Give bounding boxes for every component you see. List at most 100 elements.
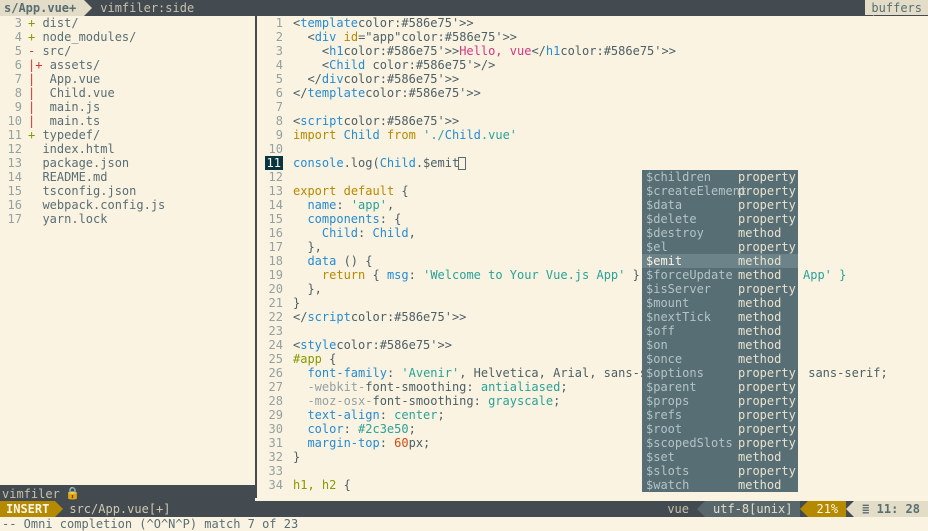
code-line[interactable]: </templatecolor:#586e75'>> [293, 86, 928, 100]
code-line[interactable]: console.log(Child.$emit [293, 156, 928, 170]
completion-item[interactable]: $childrenproperty [642, 170, 798, 184]
filer-item[interactable]: | main.js [28, 100, 251, 114]
filer-item[interactable]: index.html [28, 142, 251, 156]
filer-item[interactable]: tsconfig.json [28, 184, 251, 198]
code-line[interactable]: <div id="app"color:#586e75'>> [293, 30, 928, 44]
completion-item[interactable]: $refsproperty [642, 408, 798, 422]
status-filename: src/App.vue[+] [63, 501, 170, 517]
filer-item[interactable]: + dist/ [28, 16, 251, 30]
filer-item[interactable]: | main.ts [28, 114, 251, 128]
status-arrow-icon [82, 485, 90, 501]
code-line[interactable]: components: { [293, 212, 928, 226]
mode-indicator: INSERT [0, 501, 55, 517]
status-filetype: vue [659, 501, 697, 517]
code-line[interactable]: } [293, 296, 928, 310]
completion-item[interactable]: $parentproperty [642, 380, 798, 394]
code-line[interactable] [293, 170, 928, 184]
completion-item[interactable]: $onmethod [642, 338, 798, 352]
completion-item[interactable]: $rootproperty [642, 422, 798, 436]
completion-item[interactable]: $mountmethod [642, 296, 798, 310]
completion-item[interactable]: $offmethod [642, 324, 798, 338]
filer-status-bar: vimfiler 🔒 [0, 485, 255, 501]
code-line[interactable]: name: 'app', [293, 198, 928, 212]
filer-item[interactable]: + node_modules/ [28, 30, 251, 44]
command-line: -- Omni completion (^O^N^P) match 7 of 2… [0, 517, 928, 531]
status-percent: 21% [808, 501, 846, 517]
completion-item[interactable]: $propsproperty [642, 394, 798, 408]
status-sep-icon [697, 501, 705, 517]
filer-item[interactable]: webpack.config.js [28, 198, 251, 212]
status-position: ≣ 11: 28 [854, 501, 928, 517]
code-line[interactable]: }, [293, 240, 928, 254]
filer-item[interactable]: | Child.vue [28, 86, 251, 100]
code-line[interactable]: }, [293, 282, 928, 296]
code-line[interactable] [293, 324, 928, 338]
code-line[interactable]: #app { [293, 352, 928, 366]
code-line[interactable]: -webkit-font-smoothing: antialiased; [293, 380, 928, 394]
text-cursor [458, 157, 466, 170]
completion-item[interactable]: $slotsproperty [642, 464, 798, 478]
status-sep-icon [800, 501, 808, 517]
code-line[interactable] [293, 464, 928, 478]
completion-item[interactable]: $oncemethod [642, 352, 798, 366]
completion-item[interactable]: $watchmethod [642, 478, 798, 492]
completion-item[interactable]: $forceUpdatemethod [642, 268, 798, 282]
lock-icon: 🔒 [64, 486, 82, 500]
completion-item[interactable]: $elproperty [642, 240, 798, 254]
code-line[interactable]: import Child from './Child.vue' [293, 128, 928, 142]
filer-body[interactable]: + dist/+ node_modules/- src/|+ assets/| … [28, 16, 255, 498]
filer-item[interactable]: | App.vue [28, 72, 251, 86]
code-line[interactable]: </scriptcolor:#586e75'>> [293, 310, 928, 324]
code-line[interactable] [293, 100, 928, 114]
completion-item[interactable]: $destroymethod [642, 226, 798, 240]
tab-bar: s/App.vue+ vimfiler:side buffers [0, 0, 928, 16]
editor-pane[interactable]: 1234567891011121314151617181920212223242… [257, 16, 928, 498]
code-line[interactable]: <scriptcolor:#586e75'>> [293, 114, 928, 128]
editor-body[interactable]: <templatecolor:#586e75'>> <div id="app"c… [293, 16, 928, 498]
code-fragment: App' } [803, 268, 846, 282]
code-line[interactable]: export default { [293, 184, 928, 198]
code-line[interactable]: <stylecolor:#586e75'>> [293, 338, 928, 352]
code-line[interactable]: } [293, 450, 928, 464]
filer-item[interactable]: package.json [28, 156, 251, 170]
tab-arrow-icon [202, 0, 210, 16]
code-line[interactable]: <Child color:#586e75'>/> [293, 58, 928, 72]
editor-gutter: 1234567891011121314151617181920212223242… [257, 16, 293, 498]
completion-item[interactable]: $emitmethod [642, 254, 798, 268]
code-line[interactable]: <h1color:#586e75'>>Hello, vue</h1color:#… [293, 44, 928, 58]
filer-status-name: vimfiler [0, 486, 64, 501]
completion-item[interactable]: $createElementproperty [642, 184, 798, 198]
completion-item[interactable]: $isServerproperty [642, 282, 798, 296]
tab-arrow-icon [84, 0, 92, 16]
status-bar: INSERT src/App.vue[+] vue utf-8[unix] 21… [0, 501, 928, 517]
completion-item[interactable]: $nextTickmethod [642, 310, 798, 324]
code-fragment: sans-serif; [801, 366, 888, 380]
code-line[interactable]: h1, h2 { [293, 478, 928, 492]
code-line[interactable] [293, 142, 928, 156]
completion-item[interactable]: $dataproperty [642, 198, 798, 212]
completion-popup[interactable]: $childrenproperty$createElementproperty$… [642, 170, 798, 492]
code-line[interactable]: color: #2c3e50; [293, 422, 928, 436]
code-line[interactable]: <templatecolor:#586e75'>> [293, 16, 928, 30]
code-line[interactable]: data () { [293, 254, 928, 268]
code-line[interactable]: margin-top: 60px; [293, 436, 928, 450]
completion-item[interactable]: $scopedSlotsproperty [642, 436, 798, 450]
completion-item[interactable]: $optionsproperty [642, 366, 798, 380]
status-sep-icon [846, 501, 854, 517]
completion-item[interactable]: $setmethod [642, 450, 798, 464]
code-line[interactable]: -moz-osx-font-smoothing: grayscale; [293, 394, 928, 408]
filer-item[interactable]: - src/ [28, 44, 251, 58]
tab-active[interactable]: s/App.vue+ [0, 0, 84, 16]
filer-item[interactable]: + typedef/ [28, 128, 251, 142]
filer-item[interactable]: |+ assets/ [28, 58, 251, 72]
file-explorer[interactable]: 34567891011121314151617 + dist/+ node_mo… [0, 16, 255, 498]
filer-item[interactable]: README.md [28, 170, 251, 184]
filer-gutter: 34567891011121314151617 [0, 16, 28, 498]
buffers-button[interactable]: buffers [865, 0, 928, 15]
code-line[interactable]: text-align: center; [293, 408, 928, 422]
code-line[interactable]: Child: Child, [293, 226, 928, 240]
filer-item[interactable]: yarn.lock [28, 212, 251, 226]
completion-item[interactable]: $deleteproperty [642, 212, 798, 226]
code-line[interactable]: </divcolor:#586e75'>> [293, 72, 928, 86]
tab-vimfiler[interactable]: vimfiler:side [92, 0, 202, 16]
